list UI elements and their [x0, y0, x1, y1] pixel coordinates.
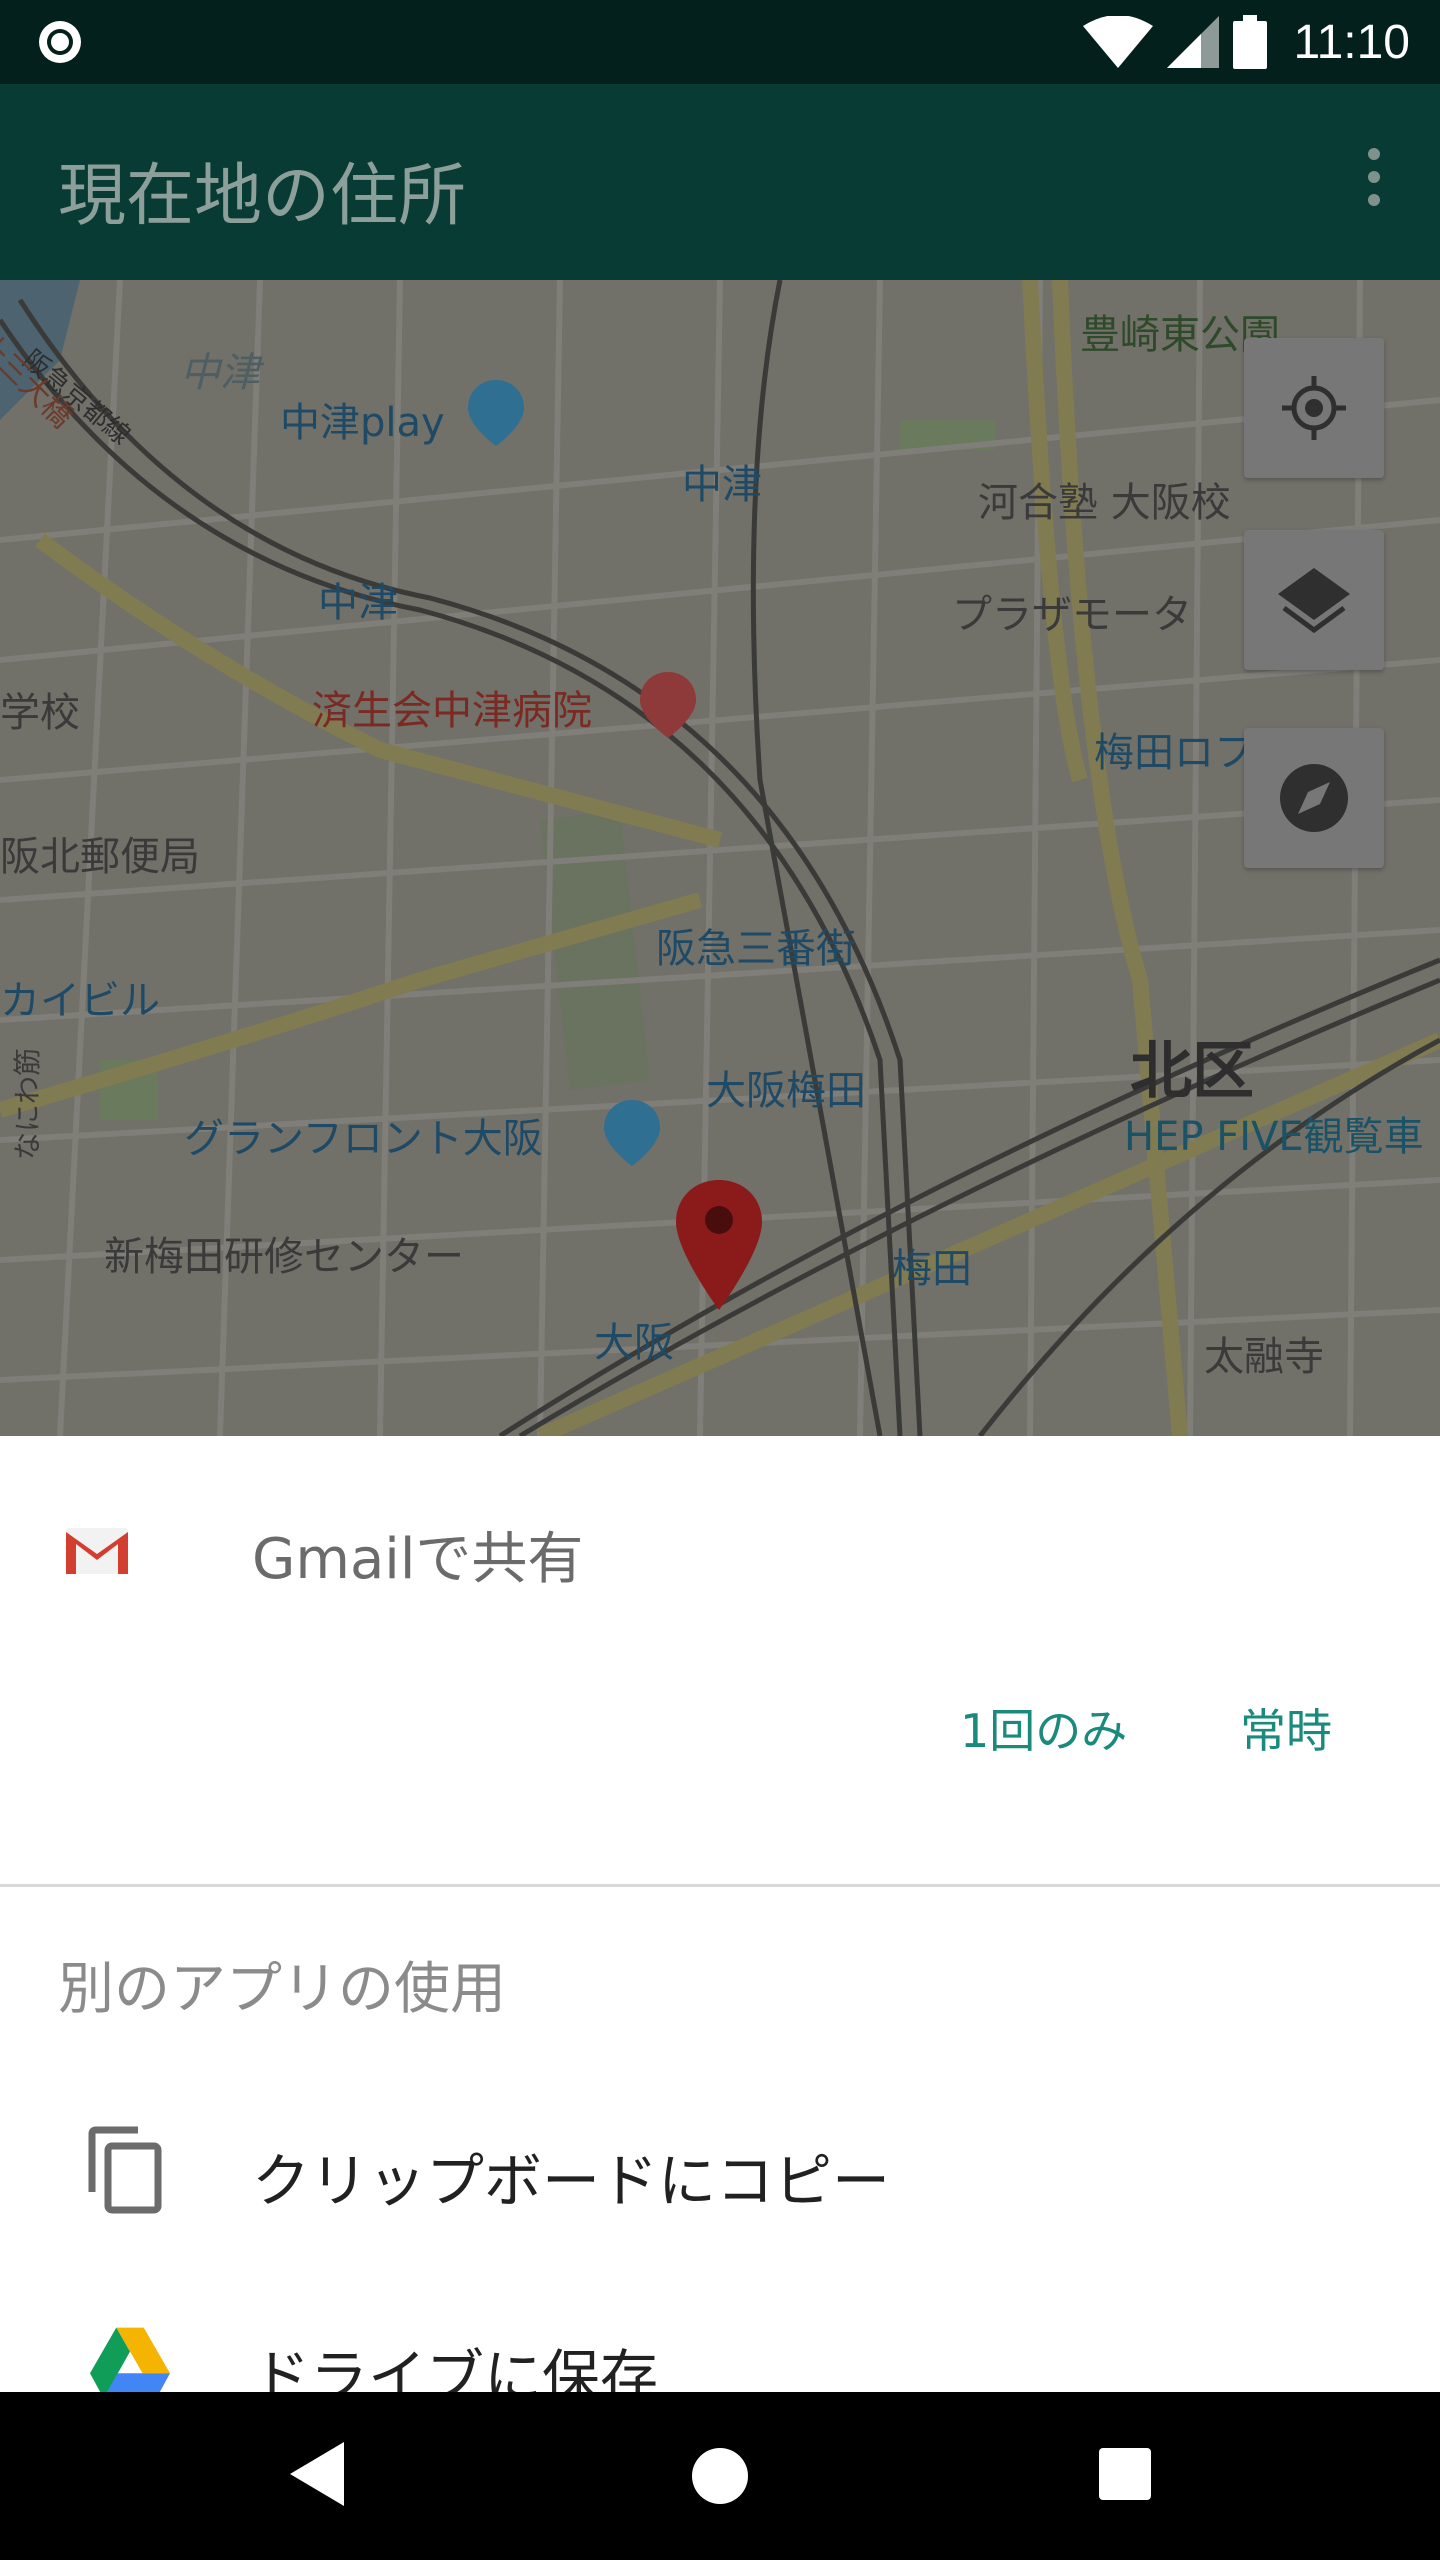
map-label: 中津	[180, 350, 260, 396]
layers-icon	[1278, 568, 1350, 634]
copy-to-clipboard-label: クリップボードにコピー	[252, 2147, 891, 2215]
just-once-button[interactable]: 1回のみ	[940, 1676, 1147, 1786]
map-label: 学校	[0, 690, 80, 736]
more-vert-icon[interactable]	[1356, 148, 1392, 218]
status-bar: 11:10	[0, 0, 1440, 84]
map-label: 大阪	[594, 1320, 674, 1366]
layers-button[interactable]	[1244, 530, 1384, 670]
poi-marker-icon	[640, 672, 696, 738]
location-pin-icon[interactable]	[676, 1180, 762, 1310]
save-to-drive-row[interactable]: ドライブに保存	[0, 2272, 1440, 2392]
map-label: HEP FIVE観覧車	[1124, 1114, 1424, 1160]
wifi-icon	[1083, 16, 1154, 68]
copy-icon	[88, 2126, 162, 2214]
app-bar: 現在地の住所	[0, 84, 1440, 280]
other-apps-title: 別のアプリの使用	[58, 1957, 506, 2022]
share-sheet: Gmailで共有 1回のみ 常時 別のアプリの使用 クリップボードにコピー ドラ…	[0, 1436, 1440, 2392]
gmail-share-row[interactable]: Gmailで共有	[0, 1436, 1440, 1676]
poi-marker-icon	[604, 1100, 660, 1166]
recents-icon[interactable]	[1099, 2448, 1151, 2500]
gmail-share-label: Gmailで共有	[252, 1527, 584, 1592]
google-drive-icon	[90, 2327, 170, 2392]
action-buttons: 1回のみ 常時	[0, 1676, 1440, 1836]
always-button[interactable]: 常時	[1220, 1676, 1352, 1786]
gmail-icon	[66, 1528, 128, 1574]
notification-icon	[39, 21, 81, 63]
map-label: なにわ筋	[11, 1047, 44, 1160]
battery-icon	[1233, 15, 1268, 69]
my-location-button[interactable]	[1244, 338, 1384, 478]
map-label: 太融寺	[1204, 1334, 1324, 1380]
map-label: グランフロント大阪	[184, 1116, 543, 1162]
page-title: 現在地の住所	[58, 157, 467, 236]
compass-icon	[1280, 764, 1348, 832]
save-to-drive-label: ドライブに保存	[252, 2343, 659, 2392]
my-location-icon	[1282, 376, 1346, 440]
back-icon[interactable]	[290, 2442, 344, 2506]
map-label: 大阪梅田	[706, 1068, 866, 1114]
copy-to-clipboard-row[interactable]: クリップボードにコピー	[0, 2076, 1440, 2266]
divider	[0, 1884, 1440, 1887]
map-label: プラザモータ	[952, 592, 1192, 638]
map-label: 梅田	[892, 1246, 972, 1292]
compass-button[interactable]	[1244, 728, 1384, 868]
map-label: 中津play	[280, 400, 445, 446]
map-label: 済生会中津病院	[312, 688, 592, 734]
map-label: 中津	[318, 580, 398, 626]
map-label: 新梅田研修センター	[104, 1234, 464, 1280]
map-label: 梅田ロフ	[1094, 730, 1254, 776]
home-icon[interactable]	[692, 2448, 748, 2504]
signal-icon	[1167, 16, 1220, 68]
map-label: カイビル	[0, 978, 160, 1024]
status-time: 11:10	[1293, 15, 1410, 69]
navigation-bar	[0, 2392, 1440, 2560]
map-label: 阪北郵便局	[0, 834, 200, 880]
map-label: 河合塾 大阪校	[978, 480, 1231, 526]
map-label: 中津	[682, 462, 762, 508]
map-label: 阪急三番街	[656, 926, 856, 972]
map-label: 北区	[1130, 1034, 1255, 1107]
status-icons: 11:10	[1083, 10, 1410, 74]
poi-marker-icon	[468, 380, 524, 446]
map-view[interactable]: 中津 中津play 中津 中津 河合塾 大阪校 プラザモータ 梅田ロフ 豊崎東公…	[0, 280, 1440, 1436]
